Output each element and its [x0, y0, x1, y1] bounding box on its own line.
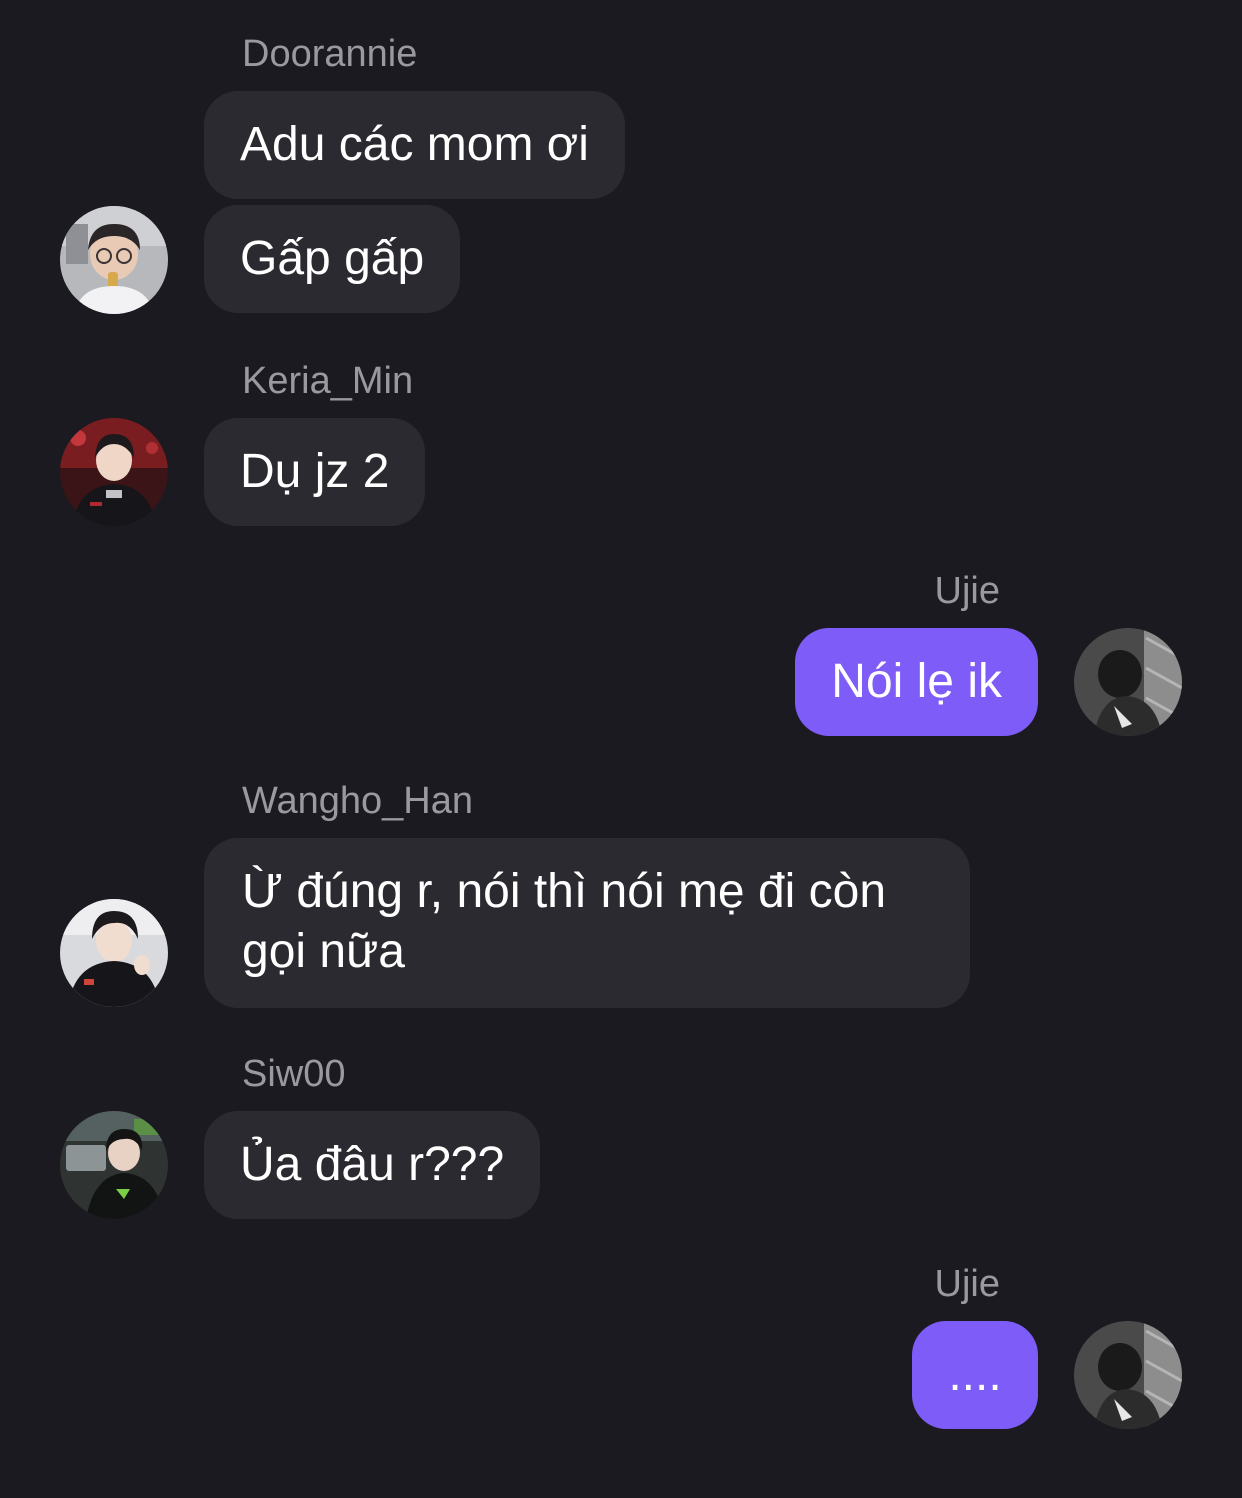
sender-name: Keria_Min — [242, 360, 414, 402]
avatar-ujie[interactable] — [1074, 1321, 1182, 1429]
avatar-keria-min[interactable] — [60, 418, 168, 526]
message-bubble[interactable]: .... — [912, 1321, 1038, 1429]
sender-name: Doorannie — [242, 33, 418, 75]
avatar-image — [60, 418, 168, 526]
message-bubble[interactable]: Dụ jz 2 — [204, 418, 426, 526]
avatar-ujie[interactable] — [1074, 628, 1182, 736]
avatar-image — [60, 1111, 168, 1219]
avatar-doorannie[interactable] — [60, 206, 168, 314]
sender-name: Siw00 — [242, 1053, 346, 1095]
message-bubble[interactable]: Ừ đúng r, nói thì nói mẹ đi còn gọi nữa — [204, 838, 970, 1008]
message-bubble[interactable]: Nói lẹ ik — [795, 628, 1038, 736]
sender-name: Ujie — [934, 570, 1000, 612]
message-bubble[interactable]: Adu các mom ơi — [204, 91, 625, 199]
sender-name: Wangho_Han — [242, 780, 473, 822]
avatar-image — [60, 206, 168, 314]
sender-name: Ujie — [934, 1263, 1000, 1305]
message-bubble[interactable]: Ủa đâu r??? — [204, 1111, 541, 1219]
message-bubble[interactable]: Gấp gấp — [204, 205, 461, 313]
avatar-wangho-han[interactable] — [60, 899, 168, 1007]
avatar-image — [60, 899, 168, 1007]
avatar-siw00[interactable] — [60, 1111, 168, 1219]
avatar-image — [1074, 628, 1182, 736]
avatar-image — [1074, 1321, 1182, 1429]
